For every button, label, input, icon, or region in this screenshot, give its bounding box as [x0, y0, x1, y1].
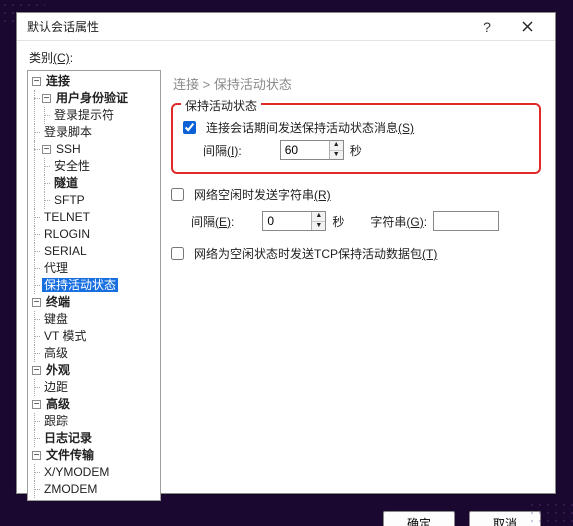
tree-node-sftp[interactable]: SFTP — [52, 193, 87, 207]
send-keepalive-checkbox[interactable] — [183, 121, 196, 134]
tree-node-filetransfer[interactable]: 文件传输 — [44, 448, 96, 462]
tree-toggle[interactable]: − — [32, 366, 41, 375]
tree-node-vtmode[interactable]: VT 模式 — [42, 329, 88, 343]
spinner-up-icon[interactable]: ▲ — [312, 212, 325, 222]
tree-node-log[interactable]: 日志记录 — [42, 431, 94, 445]
tree-node-ssh[interactable]: SSH — [54, 142, 83, 156]
idle-send-label: 网络空闲时发送字符串(R) — [194, 186, 331, 203]
tree-node-xymodem[interactable]: X/YMODEM — [42, 465, 111, 479]
spinner-down-icon[interactable]: ▼ — [330, 151, 343, 160]
settings-panel: 连接 > 保持活动状态 保持活动状态 连接会话期间发送保持活动状态消息(S) 间… — [167, 70, 545, 501]
tree-node-rlogin[interactable]: RLOGIN — [42, 227, 92, 241]
close-icon — [522, 21, 533, 32]
tree-node-terminal[interactable]: 终端 — [44, 295, 72, 309]
tree-node-margin[interactable]: 边距 — [42, 380, 70, 394]
tree-toggle[interactable]: − — [42, 145, 51, 154]
tree-node-userauth[interactable]: 用户身份验证 — [54, 91, 130, 105]
keepalive-interval-stepper[interactable]: ▲▼ — [280, 140, 344, 160]
tree-node-login-prompt[interactable]: 登录提示符 — [52, 108, 116, 122]
tree-node-advanced-terminal[interactable]: 高级 — [42, 346, 70, 360]
tree-node-zmodem[interactable]: ZMODEM — [42, 482, 99, 496]
category-tree-panel: −连接 −用户身份验证 登录提示符 登录脚本 — [27, 70, 161, 501]
keepalive-groupbox: 保持活动状态 连接会话期间发送保持活动状态消息(S) 间隔(I): — [171, 103, 541, 174]
idle-send-checkbox[interactable] — [171, 188, 184, 201]
titlebar: 默认会话属性 ? — [17, 13, 555, 41]
tree-node-security[interactable]: 安全性 — [52, 159, 92, 173]
close-button[interactable] — [507, 13, 547, 41]
keepalive-interval-unit: 秒 — [350, 142, 362, 159]
tree-toggle[interactable]: − — [32, 451, 41, 460]
ok-button[interactable]: 确定 — [383, 511, 455, 526]
tree-toggle[interactable]: − — [32, 77, 41, 86]
keepalive-interval-input[interactable] — [281, 141, 329, 159]
category-tree[interactable]: −连接 −用户身份验证 登录提示符 登录脚本 — [30, 73, 160, 498]
tree-node-trace[interactable]: 跟踪 — [42, 414, 70, 428]
idle-interval-label: 间隔(E): — [191, 213, 234, 230]
idle-string-label: 字符串(G): — [370, 213, 427, 230]
tree-node-login-script[interactable]: 登录脚本 — [42, 125, 94, 139]
dialog-button-row: 确定 取消 — [27, 501, 545, 526]
send-keepalive-label: 连接会话期间发送保持活动状态消息(S) — [206, 119, 414, 136]
keepalive-legend: 保持活动状态 — [181, 97, 261, 114]
tree-node-tunnel[interactable]: 隧道 — [52, 176, 80, 190]
keepalive-interval-label: 间隔(I): — [203, 142, 242, 159]
spinner-up-icon[interactable]: ▲ — [330, 141, 343, 151]
tree-node-connection[interactable]: 连接 — [44, 74, 72, 88]
tree-toggle[interactable]: − — [32, 298, 41, 307]
tcp-keepalive-label: 网络为空闲状态时发送TCP保持活动数据包(T) — [194, 245, 437, 262]
tree-node-keepalive[interactable]: 保持活动状态 — [42, 278, 118, 292]
dialog-title: 默认会话属性 — [27, 18, 467, 35]
tree-node-appearance[interactable]: 外观 — [44, 363, 72, 377]
tree-node-advanced[interactable]: 高级 — [44, 397, 72, 411]
tree-toggle[interactable]: − — [32, 400, 41, 409]
idle-interval-unit: 秒 — [332, 213, 344, 230]
desktop-backdrop: 默认会话属性 ? 类别(C): −连接 — [0, 0, 573, 526]
tcp-keepalive-checkbox[interactable] — [171, 247, 184, 260]
tree-node-proxy[interactable]: 代理 — [42, 261, 70, 275]
session-properties-dialog: 默认会话属性 ? 类别(C): −连接 — [16, 12, 556, 494]
idle-string-input[interactable] — [433, 211, 499, 231]
tree-node-serial[interactable]: SERIAL — [42, 244, 89, 258]
idle-interval-stepper[interactable]: ▲▼ — [262, 211, 326, 231]
tree-node-telnet[interactable]: TELNET — [42, 210, 92, 224]
help-button[interactable]: ? — [467, 13, 507, 41]
category-label: 类别(C): — [29, 49, 545, 66]
idle-interval-input[interactable] — [263, 212, 311, 230]
cancel-button[interactable]: 取消 — [469, 511, 541, 526]
tree-toggle[interactable]: − — [42, 94, 51, 103]
spinner-down-icon[interactable]: ▼ — [312, 222, 325, 231]
tree-node-keyboard[interactable]: 键盘 — [42, 312, 70, 326]
